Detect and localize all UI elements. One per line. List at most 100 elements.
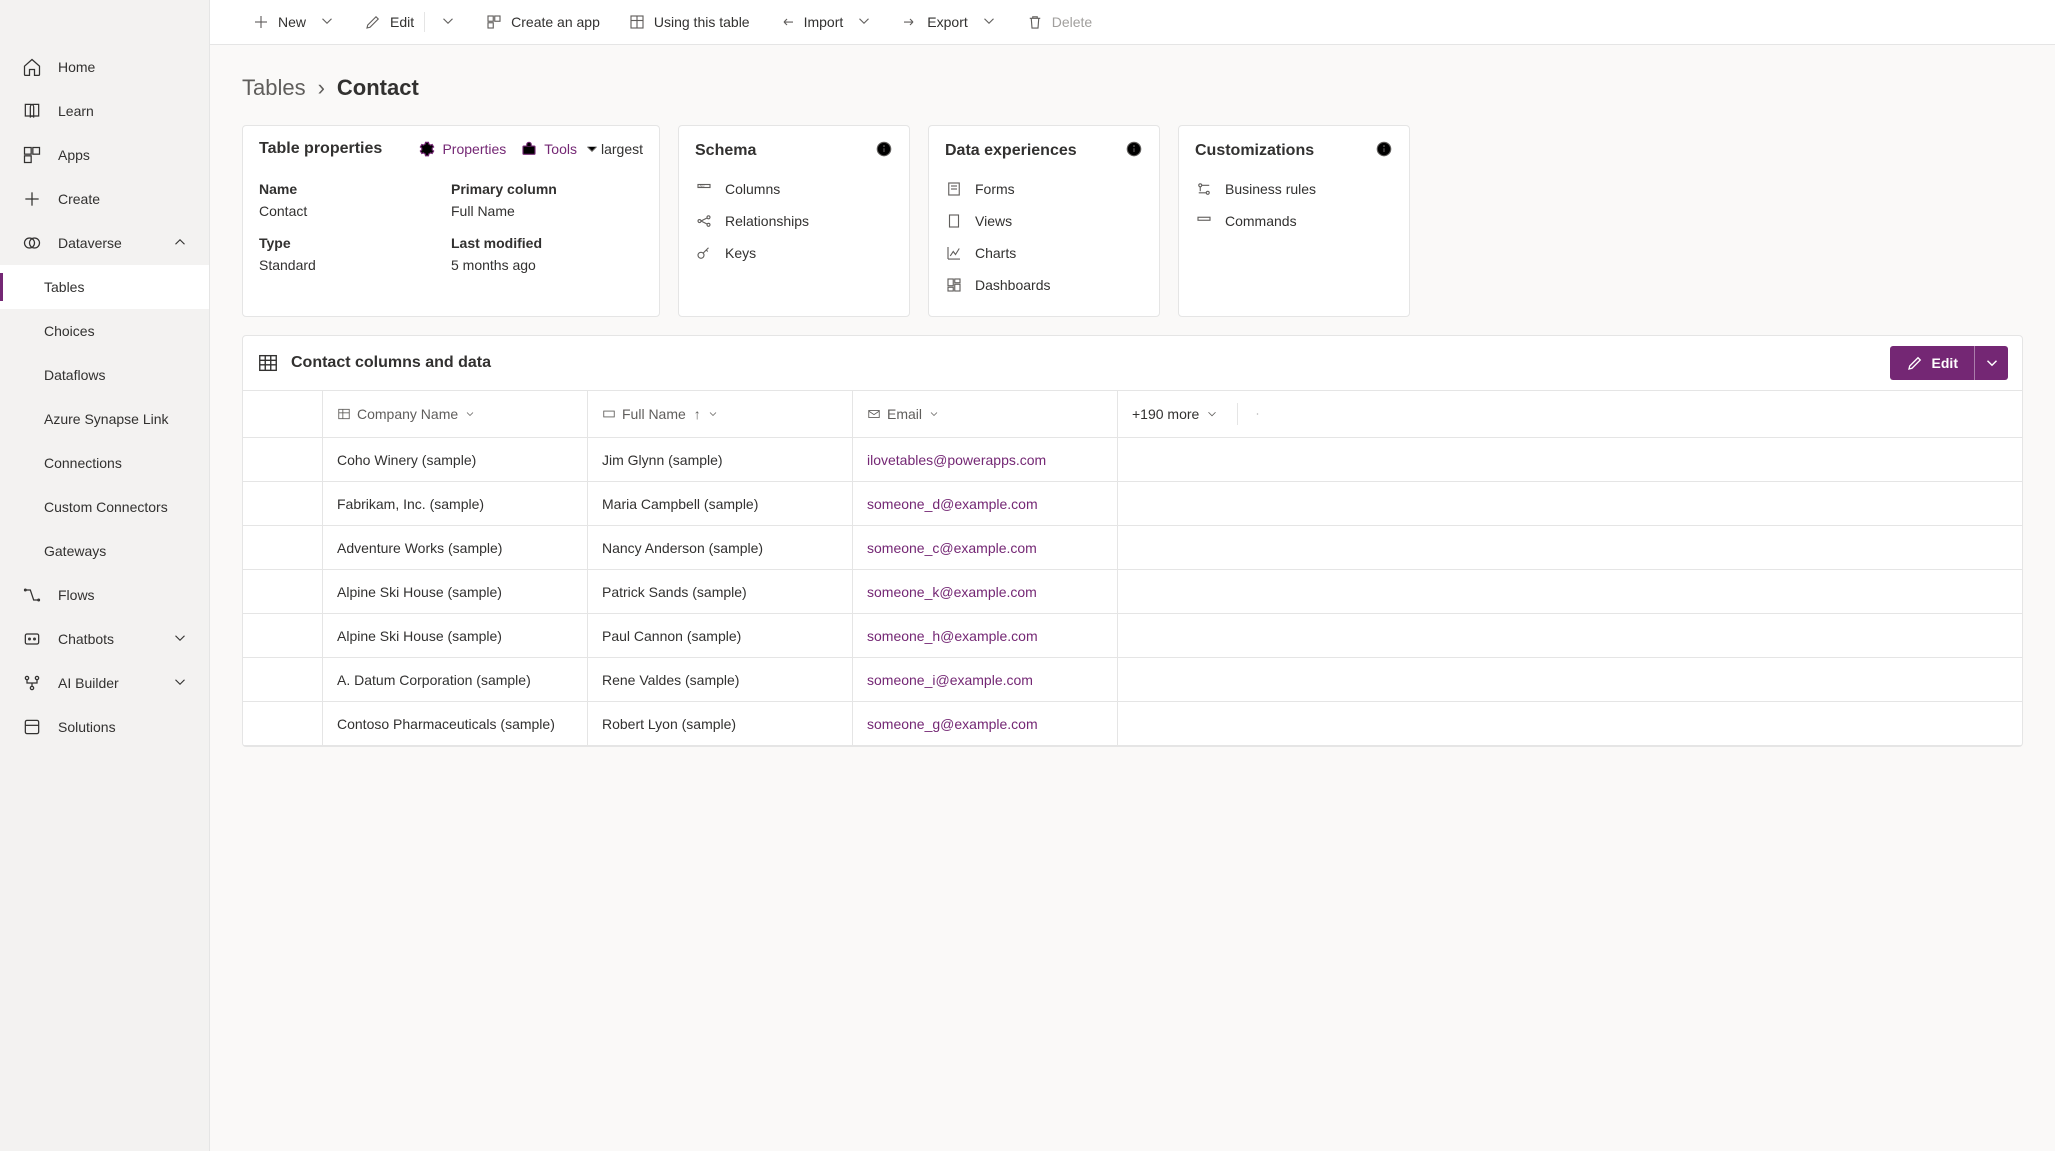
edit-data-button[interactable]: Edit [1890, 346, 1974, 380]
tools-link[interactable]: Tools [520, 140, 601, 158]
row-selector[interactable] [243, 570, 323, 614]
cell-fullname[interactable]: Robert Lyon (sample) [588, 702, 853, 746]
commands-link[interactable]: Commands [1195, 212, 1393, 230]
nav-solutions[interactable]: Solutions [0, 705, 209, 749]
email-link[interactable]: ilovetables@powerapps.com [867, 452, 1046, 468]
cell-company[interactable]: Coho Winery (sample) [323, 438, 588, 482]
link-label: Commands [1225, 213, 1297, 229]
cell-email[interactable]: someone_i@example.com [853, 658, 1118, 702]
email-link[interactable]: someone_d@example.com [867, 496, 1038, 512]
card-title: Table properties [259, 140, 382, 158]
email-link[interactable]: someone_i@example.com [867, 672, 1033, 688]
button-label: Edit [1932, 355, 1958, 371]
breadcrumb: Tables › Contact [242, 75, 2023, 101]
nav-gateways[interactable]: Gateways [0, 529, 209, 573]
cell-company[interactable]: A. Datum Corporation (sample) [323, 658, 588, 702]
dashboards-link[interactable]: Dashboards [945, 276, 1143, 294]
email-link[interactable]: someone_g@example.com [867, 716, 1038, 732]
section-title: Contact columns and data [291, 354, 491, 372]
cell-email[interactable]: ilovetables@powerapps.com [853, 438, 1118, 482]
email-link[interactable]: someone_c@example.com [867, 540, 1037, 556]
row-selector[interactable] [243, 702, 323, 746]
import-icon [778, 13, 796, 31]
info-icon[interactable] [875, 140, 893, 161]
cell-email[interactable]: someone_k@example.com [853, 570, 1118, 614]
nav-dataflows[interactable]: Dataflows [0, 353, 209, 397]
cell-company[interactable]: Alpine Ski House (sample) [323, 570, 588, 614]
cell-blank [1118, 438, 2022, 482]
cell-blank [1118, 482, 2022, 526]
sidebar: Home Learn Apps Create Dataverse Tables … [0, 0, 210, 1151]
cell-fullname[interactable]: Rene Valdes (sample) [588, 658, 853, 702]
more-columns-button[interactable]: +190 more [1132, 406, 1219, 422]
import-button[interactable]: Import [766, 0, 886, 44]
row-selector[interactable] [243, 482, 323, 526]
cell-email[interactable]: someone_g@example.com [853, 702, 1118, 746]
new-button[interactable]: New [240, 0, 348, 44]
cell-fullname[interactable]: Paul Cannon (sample) [588, 614, 853, 658]
schema-columns-link[interactable]: Abc Columns [695, 180, 893, 198]
info-icon[interactable] [1375, 140, 1393, 161]
cell-fullname[interactable]: Jim Glynn (sample) [588, 438, 853, 482]
nav-ai-builder[interactable]: AI Builder [0, 661, 209, 705]
cell-company[interactable]: Adventure Works (sample) [323, 526, 588, 570]
schema-keys-link[interactable]: Keys [695, 244, 893, 262]
properties-link[interactable]: Properties [418, 140, 506, 158]
header-label: Email [887, 406, 922, 422]
cell-company[interactable]: Alpine Ski House (sample) [323, 614, 588, 658]
hamburger-button[interactable] [0, 0, 209, 45]
cell-email[interactable]: someone_d@example.com [853, 482, 1118, 526]
cell-company[interactable]: Fabrikam, Inc. (sample) [323, 482, 588, 526]
views-link[interactable]: Views [945, 212, 1143, 230]
chevron-down-icon [1205, 407, 1219, 421]
nav-learn[interactable]: Learn [0, 89, 209, 133]
charts-link[interactable]: Charts [945, 244, 1143, 262]
cell-fullname[interactable]: Patrick Sands (sample) [588, 570, 853, 614]
nav-flows[interactable]: Flows [0, 573, 209, 617]
edit-split-dropdown[interactable] [1974, 346, 2008, 380]
row-selector[interactable] [243, 614, 323, 658]
cell-company[interactable]: Contoso Pharmaceuticals (sample) [323, 702, 588, 746]
export-button[interactable]: Export [889, 0, 1009, 44]
link-label: Dashboards [975, 277, 1051, 293]
forms-link[interactable]: Forms [945, 180, 1143, 198]
email-link[interactable]: someone_k@example.com [867, 584, 1037, 600]
row-selector[interactable] [243, 438, 323, 482]
column-header-email[interactable]: Email [853, 391, 1118, 438]
nav-choices[interactable]: Choices [0, 309, 209, 353]
using-table-button[interactable]: Using this table [616, 0, 762, 44]
cell-email[interactable]: someone_c@example.com [853, 526, 1118, 570]
schema-relationships-link[interactable]: Relationships [695, 212, 893, 230]
cell-fullname[interactable]: Nancy Anderson (sample) [588, 526, 853, 570]
edit-split-button: Edit [1890, 346, 2008, 380]
row-selector[interactable] [243, 658, 323, 702]
nav-dataverse[interactable]: Dataverse [0, 221, 209, 265]
email-link[interactable]: someone_h@example.com [867, 628, 1038, 644]
nav-create[interactable]: Create [0, 177, 209, 221]
column-header-fullname[interactable]: Full Name ↑ [588, 391, 853, 438]
separator [424, 12, 425, 32]
nav-synapse[interactable]: Azure Synapse Link [0, 397, 209, 441]
nav-chatbots[interactable]: Chatbots [0, 617, 209, 661]
info-icon[interactable] [1125, 140, 1143, 161]
business-rules-link[interactable]: Business rules [1195, 180, 1393, 198]
edit-button[interactable]: Edit [352, 0, 469, 44]
nav-label: Flows [58, 587, 95, 603]
column-header-company[interactable]: Company Name [323, 391, 588, 438]
nav-connections[interactable]: Connections [0, 441, 209, 485]
row-selector-header[interactable] [243, 391, 323, 438]
export-icon [901, 13, 919, 31]
cell-fullname[interactable]: Maria Campbell (sample) [588, 482, 853, 526]
nav-custom-connectors[interactable]: Custom Connectors [0, 485, 209, 529]
create-app-button[interactable]: Create an app [473, 0, 612, 44]
chevron-down-icon [928, 408, 940, 420]
chevron-down-icon[interactable] [439, 12, 457, 33]
cell-email[interactable]: someone_h@example.com [853, 614, 1118, 658]
nav-apps[interactable]: Apps [0, 133, 209, 177]
row-selector[interactable] [243, 526, 323, 570]
add-column-button[interactable] [1237, 403, 1259, 425]
nav-tables[interactable]: Tables [0, 265, 209, 309]
nav-home[interactable]: Home [0, 45, 209, 89]
link-label: Views [975, 213, 1012, 229]
breadcrumb-root[interactable]: Tables [242, 75, 306, 101]
